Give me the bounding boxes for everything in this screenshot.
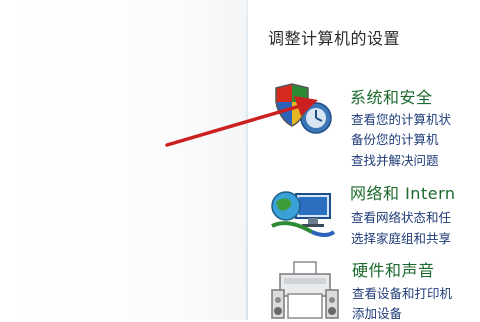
link-backup-computer[interactable]: 备份您的计算机 [351, 129, 439, 148]
printer-icon[interactable] [270, 260, 340, 320]
network-globe-icon[interactable] [268, 184, 338, 240]
left-navigation-pane [0, 0, 246, 320]
link-add-device[interactable]: 添加设备 [352, 303, 402, 322]
link-view-network-status[interactable]: 查看网络状态和任 [351, 207, 451, 226]
link-view-computer-status[interactable]: 查看您的计算机状 [351, 109, 451, 128]
page-title: 调整计算机的设置 [268, 29, 401, 48]
link-view-devices-printers[interactable]: 查看设备和打印机 [352, 283, 452, 302]
link-homegroup-sharing[interactable]: 选择家庭组和共享 [351, 228, 451, 247]
category-title-system-security[interactable]: 系统和安全 [350, 84, 433, 108]
category-title-hardware-sound[interactable]: 硬件和声音 [352, 257, 435, 281]
category-title-network-internet[interactable]: 网络和 Intern [350, 180, 456, 204]
link-find-fix-problems[interactable]: 查找并解决问题 [351, 150, 439, 169]
shield-icon[interactable] [270, 80, 338, 138]
